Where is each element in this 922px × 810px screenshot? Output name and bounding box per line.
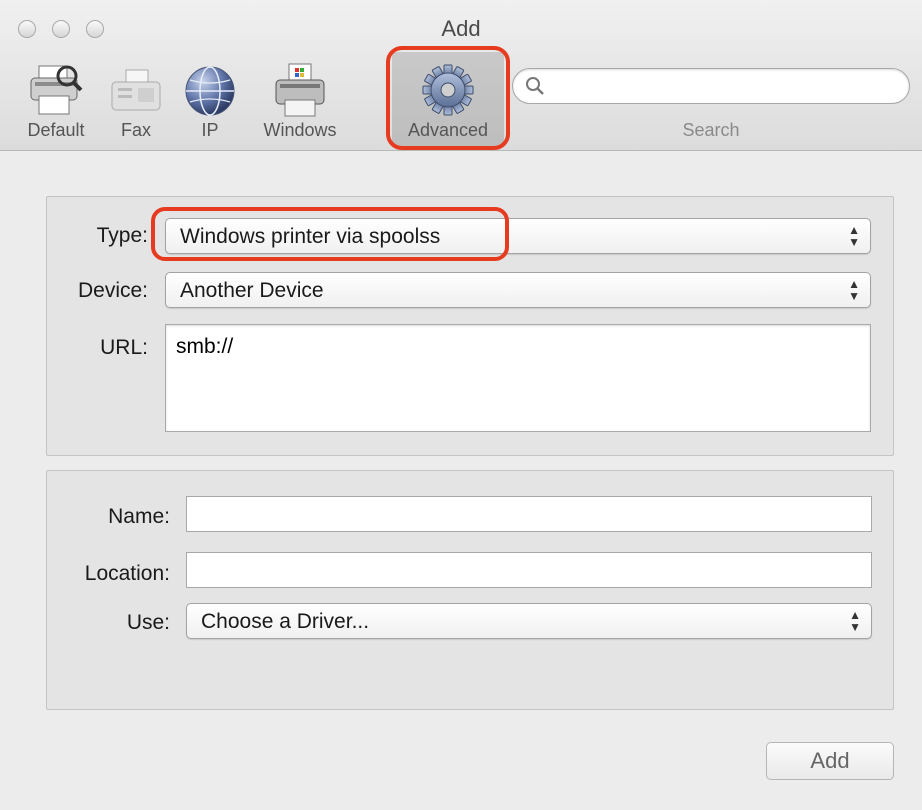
toolbar-ip-label: IP (201, 120, 219, 140)
toolbar-fax[interactable]: Fax (106, 60, 166, 141)
fax-icon (106, 60, 166, 118)
location-label: Location: (84, 562, 170, 585)
advanced-highlight-annotation (386, 46, 510, 150)
search-field[interactable] (512, 68, 910, 104)
use-label: Use: (126, 611, 170, 634)
device-popup[interactable]: Another Device ▲ ▼ (165, 272, 871, 308)
location-field[interactable] (186, 552, 872, 588)
location-input[interactable] (187, 553, 871, 587)
name-label: Name: (108, 505, 170, 528)
url-field[interactable]: smb:// (165, 324, 871, 432)
globe-icon (178, 60, 242, 118)
toolbar-ip[interactable]: IP (178, 60, 242, 141)
add-printer-window: Add Default Fax IP Windows Advanced Sear… (0, 0, 922, 810)
device-label: Device: (77, 279, 148, 302)
toolbar-windows[interactable]: Windows (252, 60, 348, 141)
updown-arrows-icon: ▲ ▼ (848, 223, 860, 249)
search-input[interactable] (553, 73, 897, 101)
search-label: Search (682, 120, 740, 140)
driver-popup[interactable]: Choose a Driver... ▲ ▼ (186, 603, 872, 639)
url-label: URL: (100, 336, 148, 359)
toolbar-default[interactable]: Default (16, 60, 96, 141)
window-title: Add (441, 16, 481, 41)
device-value: Another Device (180, 279, 324, 302)
windows-printer-icon (252, 60, 348, 118)
updown-arrows-icon: ▲ ▼ (849, 608, 861, 634)
type-label: Type: (96, 224, 148, 247)
search-icon (525, 76, 545, 101)
name-input[interactable] (187, 497, 871, 531)
driver-value: Choose a Driver... (201, 610, 370, 633)
toolbar-windows-label: Windows (263, 120, 337, 140)
url-input[interactable]: smb:// (166, 325, 870, 431)
name-field[interactable] (186, 496, 872, 532)
toolbar-default-label: Default (27, 120, 85, 140)
type-highlight-annotation (151, 207, 509, 261)
default-printer-icon (16, 60, 96, 118)
toolbar: Add Default Fax IP Windows Advanced Sear… (0, 0, 922, 151)
updown-arrows-icon: ▲ ▼ (848, 277, 860, 303)
add-button[interactable]: Add (766, 742, 894, 780)
toolbar-fax-label: Fax (120, 120, 151, 140)
